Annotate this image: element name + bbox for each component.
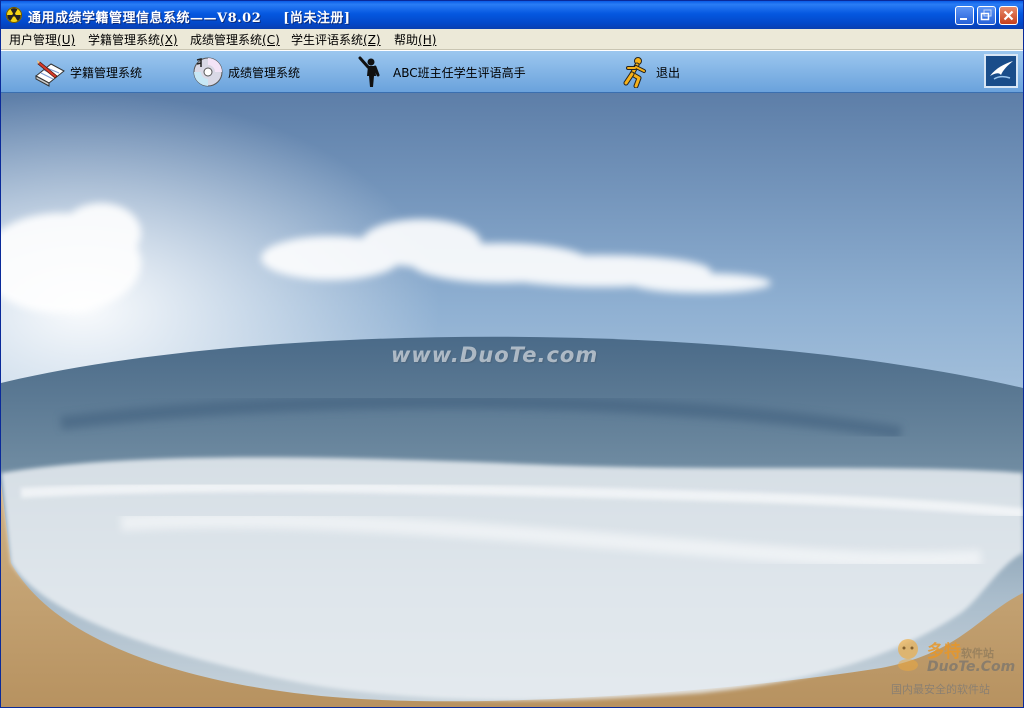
toolbar-label: 成绩管理系统 [228,65,301,80]
menu-bar: 用户管理(U) 学籍管理系统(X) 成绩管理系统(C) 学生评语系统(Z) 帮助… [1,29,1023,50]
cd-disc-icon [191,56,225,88]
bird-logo-icon[interactable] [984,54,1018,88]
center-watermark: www.DuoTe.com [391,343,599,367]
menu-shortcut: (H) [418,33,437,47]
minimize-button[interactable] [955,6,974,25]
menu-student-comments[interactable]: 学生评语系统(Z) [291,31,381,48]
window-title-text: 通用成绩学籍管理信息系统——V8.02 [28,11,262,26]
running-man-icon [619,56,653,89]
toolbar-label: 退出 [656,65,681,80]
toolbar-label: 学籍管理系统 [70,65,143,80]
menu-user-management[interactable]: 用户管理(U) [9,31,75,48]
toolbar-student-records-button[interactable]: 学籍管理系统 [33,55,142,89]
corner-watermark: 多特软件站 DuoTe.Com 国内最安全的软件站 [889,633,1019,703]
menu-shortcut: (U) [57,33,76,47]
corner-slogan: 国内最安全的软件站 [891,683,990,696]
mascot-icon [898,639,918,671]
menu-shortcut: (Z) [363,33,381,47]
menu-label: 帮助 [394,33,419,47]
waving-person-icon [356,56,390,88]
menu-label: 用户管理 [9,33,58,47]
radiation-icon[interactable] [6,7,22,23]
menu-help[interactable]: 帮助(H) [394,31,436,48]
background-image: www.DuoTe.com 多特软件站 DuoTe.Com 国内最安全的软件站 [1,93,1023,707]
menu-shortcut: (C) [262,33,280,47]
beach-scene [1,93,1023,707]
notebook-pencil-icon [33,56,67,88]
menu-label: 成绩管理系统 [190,33,263,47]
close-button[interactable] [999,6,1018,25]
app-window: 通用成绩学籍管理信息系统——V8.02 [尚未注册] 用户管理(U) 学籍管理系统… [0,0,1024,708]
window-title: 通用成绩学籍管理信息系统——V8.02 [尚未注册] [28,7,351,26]
registration-status: [尚未注册] [283,11,351,26]
menu-shortcut: (X) [160,33,178,47]
title-bar[interactable]: 通用成绩学籍管理信息系统——V8.02 [尚未注册] [1,1,1023,29]
maximize-button[interactable] [977,6,996,25]
toolbar-comment-expert-button[interactable]: ABC班主任学生评语高手 [356,55,526,89]
menu-grade-management[interactable]: 成绩管理系统(C) [190,31,280,48]
menu-label: 学生评语系统 [291,33,364,47]
toolbar-grade-management-button[interactable]: 成绩管理系统 [191,55,300,89]
toolbar-label: ABC班主任学生评语高手 [393,65,526,80]
corner-domain: DuoTe.Com [927,659,1016,675]
menu-label: 学籍管理系统 [88,33,161,47]
toolbar-exit-button[interactable]: 退出 [619,55,680,89]
menu-student-records[interactable]: 学籍管理系统(X) [88,31,178,48]
toolbar: 学籍管理系统 成绩管理系统 ABC班主任学生评语高手 退出 [1,50,1023,94]
